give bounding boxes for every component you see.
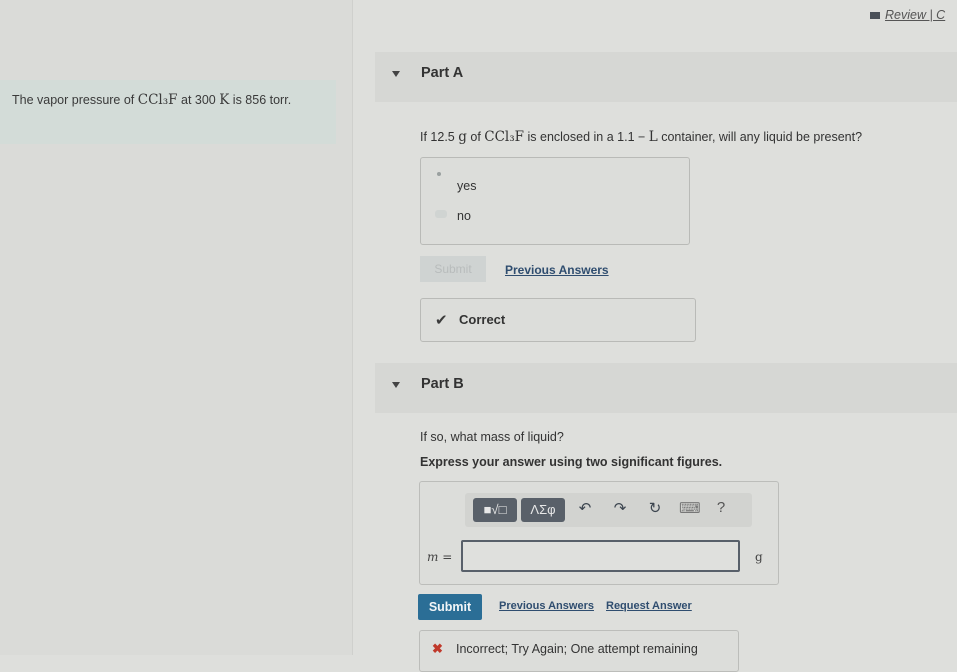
request-answer-link[interactable]: Request Answer bbox=[606, 600, 692, 612]
part-b-submit-button[interactable]: Submit bbox=[418, 594, 482, 620]
feedback-correct-text: Correct bbox=[459, 312, 506, 327]
collapse-triangle-icon bbox=[392, 71, 400, 77]
unit-liter: L bbox=[648, 129, 658, 145]
context-text-1: The vapor pressure of bbox=[12, 93, 138, 107]
part-a-title: Part A bbox=[421, 65, 464, 81]
unit-label: g bbox=[755, 550, 763, 564]
answer-choices: yes no bbox=[420, 157, 690, 245]
redo-icon[interactable]: ↷ bbox=[610, 499, 630, 517]
part-b-previous-answers-link[interactable]: Previous Answers bbox=[499, 600, 594, 612]
unit-gram: g bbox=[458, 129, 467, 145]
review-link-label: Review | C bbox=[885, 8, 946, 22]
review-link[interactable]: Review | C bbox=[870, 8, 945, 22]
help-icon[interactable]: ? bbox=[711, 499, 731, 516]
context-text-2: at 300 bbox=[177, 93, 220, 107]
part-a-question: If 12.5 g of CCl₃F is enclosed in a 1.1 … bbox=[420, 129, 862, 145]
q-text-3: is enclosed in a 1.1 − bbox=[524, 130, 649, 144]
part-b-instruction: Express your answer using two significan… bbox=[420, 455, 723, 469]
radio-no[interactable] bbox=[435, 210, 447, 218]
compound-formula: CCl₃F bbox=[484, 129, 525, 145]
part-b-title: Part B bbox=[421, 376, 464, 392]
choice-yes[interactable]: yes bbox=[457, 179, 476, 193]
part-a-previous-answers-link[interactable]: Previous Answers bbox=[505, 263, 609, 277]
part-b-feedback: ✖ Incorrect; Try Again; One attempt rema… bbox=[419, 630, 739, 672]
templates-button[interactable]: ■√□ bbox=[473, 498, 517, 522]
choice-no[interactable]: no bbox=[457, 209, 471, 223]
q-text-4: container, will any liquid be present? bbox=[657, 130, 863, 144]
context-text-3: is 856 torr. bbox=[229, 93, 292, 107]
math-toolbar: ■√□ ΛΣφ ↶ ↷ ↻ ⌨ ? bbox=[465, 493, 752, 527]
context-box bbox=[0, 80, 336, 144]
radio-yes[interactable] bbox=[437, 172, 441, 176]
symbols-button[interactable]: ΛΣφ bbox=[521, 498, 565, 522]
undo-icon[interactable]: ↶ bbox=[575, 499, 595, 517]
q-text-1: If 12.5 bbox=[420, 130, 459, 144]
collapse-triangle-icon bbox=[392, 382, 400, 388]
mass-answer-input[interactable] bbox=[461, 540, 740, 572]
checkmark-icon: ✔ bbox=[435, 312, 448, 329]
part-a-feedback: ✔ Correct bbox=[420, 298, 696, 342]
feedback-incorrect-text: Incorrect; Try Again; One attempt remain… bbox=[456, 642, 698, 656]
part-b-header[interactable]: Part B bbox=[375, 363, 957, 413]
square-icon bbox=[870, 12, 880, 20]
reset-icon[interactable]: ↻ bbox=[645, 499, 665, 517]
problem-context: The vapor pressure of CCl₃F at 300 K is … bbox=[12, 92, 322, 109]
compound-formula: CCl₃F bbox=[137, 92, 178, 108]
variable-label: m = bbox=[427, 550, 453, 564]
unit-kelvin: K bbox=[219, 92, 230, 108]
keyboard-icon[interactable]: ⌨ bbox=[679, 499, 701, 517]
part-b-question: If so, what mass of liquid? bbox=[420, 430, 564, 444]
part-a-submit-button[interactable]: Submit bbox=[420, 256, 486, 282]
q-text-2: of bbox=[466, 130, 485, 144]
part-a-header[interactable]: Part A bbox=[375, 52, 957, 102]
